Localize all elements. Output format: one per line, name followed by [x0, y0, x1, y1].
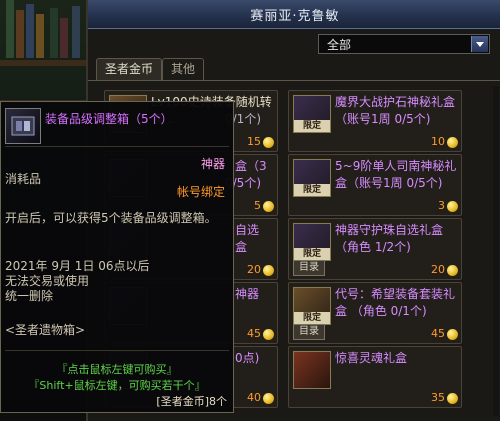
tooltip-click-hint: 『点击鼠标左键可购买』 [56, 363, 178, 376]
shop-item[interactable]: 惊喜灵魂礼盒 35 [288, 346, 462, 408]
gold-coin-icon [263, 393, 274, 404]
item-price: 35 [431, 391, 445, 404]
item-price: 40 [247, 391, 261, 404]
gold-coin-icon [263, 329, 274, 340]
item-name: 5~9阶单人司南神秘礼盒（账号1周 0/5个) [335, 159, 457, 190]
gold-coin-icon [263, 265, 274, 276]
item-price: 15 [247, 135, 261, 148]
tooltip-description: 开启后，可以获得5个装备品级调整箱。 [5, 211, 217, 225]
item-price: 20 [431, 263, 445, 276]
item-icon: 限定 [293, 287, 331, 325]
shop-item[interactable]: 限定 代号：希望装备套装礼盒 （角色 0/1个) 目录 45 [288, 282, 462, 344]
tooltip-type: 消耗品 [5, 172, 42, 186]
tooltip-item-name: 装备品级调整箱（5个） [45, 112, 173, 126]
item-icon: 限定 [293, 159, 331, 197]
tooltip-currency: [圣者金币]8个 [156, 395, 227, 408]
item-price: 45 [431, 327, 445, 340]
item-name: 0点) [235, 351, 260, 365]
gold-coin-icon [263, 201, 274, 212]
item-price: 10 [431, 135, 445, 148]
category-dropdown[interactable]: 全部 [318, 34, 490, 54]
item-tooltip: 装备品级调整箱（5个） 神器 消耗品 帐号绑定 开启后，可以获得5个装备品级调整… [0, 101, 234, 413]
title-bar: 赛丽亚·克鲁敏 [88, 0, 500, 29]
gold-coin-icon [447, 265, 458, 276]
shop-item[interactable]: 限定 魔界大战护石神秘礼盒（账号1周 0/5个) 10 [288, 90, 462, 152]
item-price: 5 [254, 199, 261, 212]
tab-other[interactable]: 其他 [162, 58, 204, 80]
item-name: 自选 [235, 223, 260, 237]
catalog-button[interactable]: 目录 [293, 324, 325, 340]
item-name: 盒（3 [235, 159, 267, 173]
shop-item[interactable]: 限定 5~9阶单人司南神秘礼盒（账号1周 0/5个) 3 [288, 154, 462, 216]
limited-badge: 限定 [294, 120, 330, 132]
item-name: 惊喜灵魂礼盒 [335, 351, 408, 365]
item-name: 魔界大战护石神秘礼盒（账号1周 0/5个) [335, 95, 456, 126]
tooltip-source: <圣者遗物箱> [5, 323, 86, 337]
catalog-button[interactable]: 目录 [293, 260, 325, 276]
gold-coin-icon [263, 137, 274, 148]
shop-item[interactable]: 限定 神器守护珠自选礼盒（角色 1/2个) 目录 20 [288, 218, 462, 280]
tooltip-shift-hint: 『Shift+鼠标左键，可购买若干个』 [28, 379, 206, 392]
item-name: 代号：希望装备套装礼盒 （角色 0/1个) [335, 287, 456, 318]
limited-badge: 限定 [294, 248, 330, 260]
item-icon: 限定 [293, 95, 331, 133]
window-title: 赛丽亚·克鲁敏 [250, 9, 340, 24]
tab-saint-gold[interactable]: 圣者金币 [96, 58, 162, 80]
scrollbar[interactable] [493, 86, 499, 416]
gold-coin-icon [447, 137, 458, 148]
tooltip-delete: 统一删除 [5, 289, 54, 303]
item-price: 45 [247, 327, 261, 340]
category-dropdown-value: 全部 [327, 38, 352, 52]
box-icon [5, 108, 41, 144]
gold-coin-icon [447, 201, 458, 212]
item-icon: 限定 [293, 223, 331, 261]
tooltip-grade: 神器 [200, 157, 225, 171]
item-limit: 盒 [235, 240, 248, 254]
limited-badge: 限定 [294, 184, 330, 196]
item-name: 神器 [235, 287, 260, 301]
chevron-down-icon[interactable] [471, 36, 488, 52]
limited-badge: 限定 [294, 312, 330, 324]
item-price: 3 [438, 199, 445, 212]
item-icon [293, 351, 331, 389]
item-price: 20 [247, 263, 261, 276]
tooltip-bind: 帐号绑定 [176, 185, 225, 199]
item-name: 神器守护珠自选礼盒（角色 1/2个) [335, 223, 444, 254]
gold-coin-icon [447, 393, 458, 404]
gold-coin-icon [447, 329, 458, 340]
